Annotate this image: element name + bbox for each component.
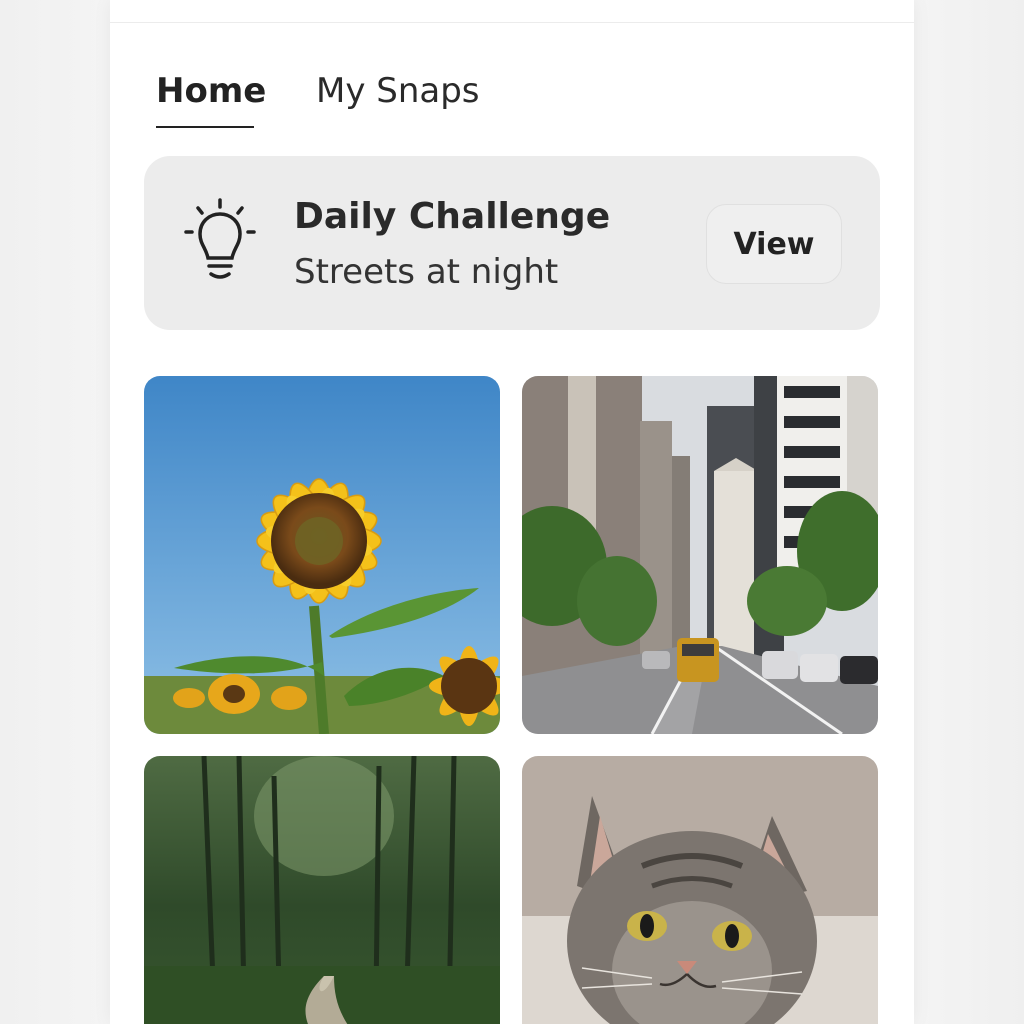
challenge-title: Daily Challenge — [294, 196, 611, 237]
city-street-photo[interactable] — [522, 376, 878, 734]
active-tab-indicator — [156, 126, 254, 128]
backdrop-right — [914, 0, 1024, 1024]
tab-my-snaps[interactable]: My Snaps — [316, 70, 480, 112]
cat-photo[interactable] — [522, 756, 878, 1024]
lightbulb-icon — [184, 198, 256, 279]
backdrop-left — [0, 0, 110, 1024]
tab-home[interactable]: Home — [156, 70, 266, 112]
view-challenge-button[interactable]: View — [706, 204, 842, 284]
sunflower-photo[interactable] — [144, 376, 500, 734]
app-screen: Home My Snaps Daily Challenge Streets at… — [110, 0, 914, 1024]
photo-grid — [144, 376, 880, 1024]
daily-challenge-card: Daily Challenge Streets at night View — [144, 156, 880, 330]
forest-path-photo[interactable] — [144, 756, 500, 1024]
header-divider — [110, 22, 914, 23]
challenge-subtitle: Streets at night — [294, 252, 559, 292]
